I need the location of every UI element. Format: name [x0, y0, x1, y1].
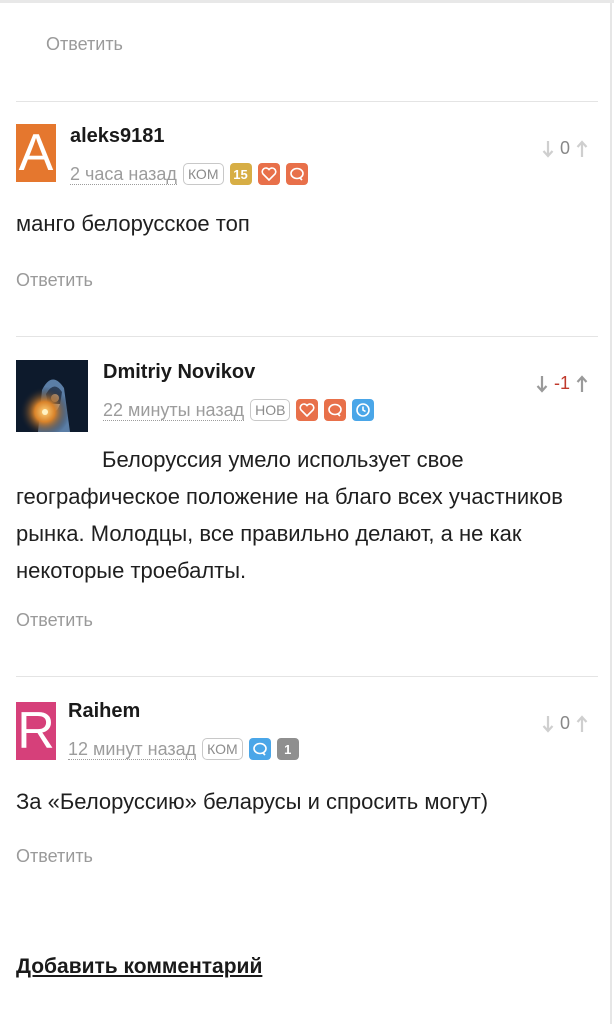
- level-badge: 1: [276, 738, 299, 760]
- level-value: 15: [233, 166, 248, 182]
- avatar-image: [16, 360, 88, 432]
- status-badge: КОМ: [202, 738, 243, 760]
- comment-text: манго белорусское топ: [16, 211, 250, 236]
- avatar-letter: A: [18, 124, 54, 182]
- vote-score: 0: [560, 138, 571, 158]
- divider: [16, 101, 598, 102]
- upvote-arrow-icon[interactable]: [576, 139, 588, 159]
- divider: [16, 336, 598, 337]
- comment-icon: [285, 163, 308, 185]
- upvote-arrow-icon[interactable]: [576, 374, 588, 394]
- heart-icon: [296, 399, 319, 421]
- comment-text: За «Белоруссию» беларусы и спросить могу…: [16, 789, 489, 814]
- username[interactable]: Dmitriy Novikov: [103, 361, 255, 384]
- comment-icon: [324, 399, 347, 421]
- downvote-arrow-icon[interactable]: [536, 374, 548, 394]
- reply-link[interactable]: Ответить: [16, 846, 93, 867]
- vote-score: 0: [560, 713, 571, 733]
- reply-link[interactable]: Ответить: [16, 270, 93, 291]
- upvote-arrow-icon[interactable]: [576, 714, 588, 734]
- clock-icon: [352, 399, 375, 421]
- username[interactable]: aleks9181: [70, 125, 165, 148]
- divider: [16, 676, 598, 677]
- reply-link[interactable]: Ответить: [46, 34, 123, 55]
- level-badge: 15: [229, 163, 252, 185]
- downvote-arrow-icon[interactable]: [542, 139, 554, 159]
- timestamp[interactable]: 22 минуты назад: [103, 400, 245, 421]
- comment-text: Белоруссия умело использует свое географ…: [16, 447, 563, 583]
- avatar[interactable]: [16, 360, 88, 432]
- add-comment-link[interactable]: Добавить комментарий: [16, 955, 262, 979]
- level-value: 1: [284, 741, 292, 757]
- top-divider: [0, 0, 614, 3]
- username[interactable]: Raihem: [68, 700, 140, 723]
- status-badge: КОМ: [182, 163, 224, 185]
- reply-link[interactable]: Ответить: [16, 610, 93, 631]
- comment-meta: 2 часа назад КОМ 15: [70, 163, 308, 185]
- comment-meta: 12 минут назад КОМ 1: [68, 738, 299, 760]
- timestamp[interactable]: 12 минут назад: [68, 739, 197, 760]
- comment-meta: 22 минуты назад НОВ: [103, 399, 375, 421]
- vote-controls: 0: [542, 713, 588, 734]
- comment-icon: [248, 738, 271, 760]
- avatar[interactable]: A: [16, 124, 56, 182]
- vote-controls: -1: [536, 373, 588, 394]
- vote-controls: 0: [542, 138, 588, 159]
- status-badge: НОВ: [250, 399, 291, 421]
- heart-icon: [257, 163, 280, 185]
- vote-score: -1: [554, 373, 571, 393]
- avatar[interactable]: R: [16, 702, 56, 760]
- downvote-arrow-icon[interactable]: [542, 714, 554, 734]
- timestamp[interactable]: 2 часа назад: [70, 164, 177, 185]
- avatar-letter: R: [17, 702, 55, 760]
